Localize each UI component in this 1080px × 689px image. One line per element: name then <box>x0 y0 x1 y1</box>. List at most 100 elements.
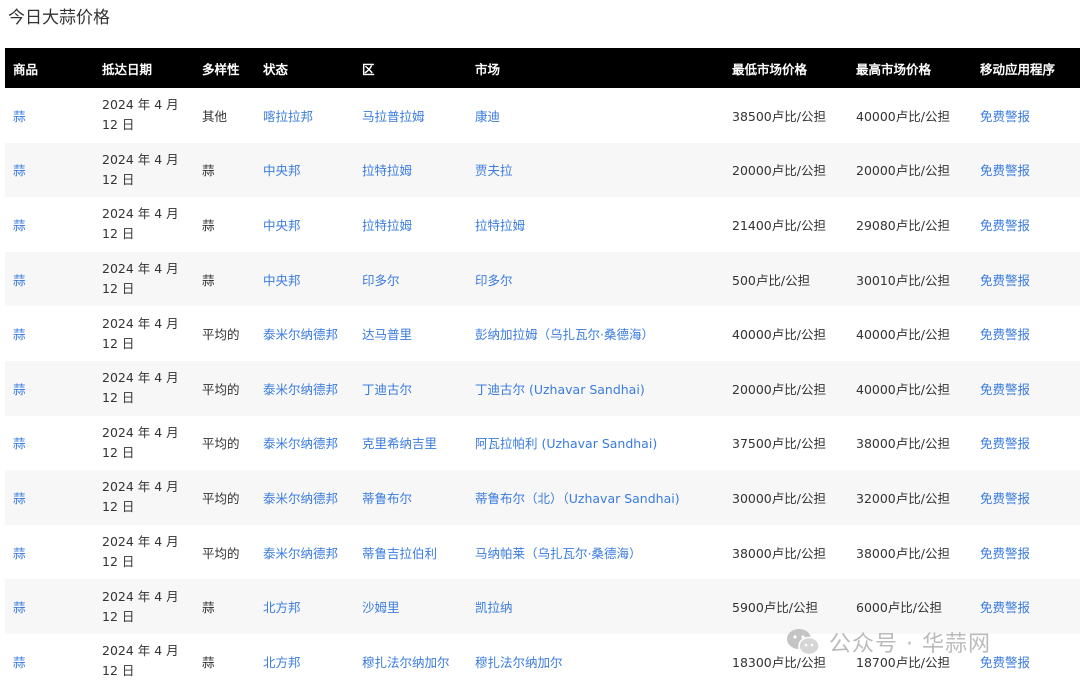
free-alert-link[interactable]: 免费警报 <box>980 163 1030 178</box>
market-link[interactable]: 康迪 <box>475 109 500 124</box>
cell-date: 2024 年 4 月 12 日 <box>94 142 194 198</box>
market-link[interactable]: 阿瓦拉帕利 (Uzhavar Sandhai) <box>475 436 657 451</box>
market-link[interactable]: 丁迪古尔 (Uzhavar Sandhai) <box>475 382 645 397</box>
cell-variety: 平均的 <box>194 525 255 580</box>
market-link[interactable]: 彭纳加拉姆（乌扎瓦尔·桑德海） <box>475 327 654 342</box>
cell-state: 北方邦 <box>255 579 354 634</box>
arrival-date: 2024 年 4 月 12 日 <box>102 97 179 133</box>
header-district: 区 <box>354 48 467 88</box>
district-link[interactable]: 蒂鲁吉拉伯利 <box>362 546 437 561</box>
commodity-link[interactable]: 蒜 <box>13 163 26 178</box>
cell-variety: 蒜 <box>194 197 255 252</box>
state-link[interactable]: 北方邦 <box>263 655 301 670</box>
state-link[interactable]: 中央邦 <box>263 163 301 178</box>
min-price: 37500卢比/公担 <box>732 436 826 452</box>
commodity-link[interactable]: 蒜 <box>13 491 26 506</box>
cell-app: 免费警报 <box>972 416 1080 471</box>
arrival-date: 2024 年 4 月 12 日 <box>102 370 179 406</box>
commodity-link[interactable]: 蒜 <box>13 273 26 288</box>
cell-min: 500卢比/公担 <box>724 251 848 307</box>
district-link[interactable]: 达马普里 <box>362 327 412 342</box>
commodity-link[interactable]: 蒜 <box>13 546 26 561</box>
variety: 其他 <box>202 108 228 124</box>
max-price: 20000卢比/公担 <box>856 163 950 179</box>
cell-variety: 平均的 <box>194 360 255 416</box>
cell-date: 2024 年 4 月 12 日 <box>94 251 194 307</box>
free-alert-link[interactable]: 免费警报 <box>980 546 1030 561</box>
cell-market: 丁迪古尔 (Uzhavar Sandhai) <box>467 360 724 416</box>
district-link[interactable]: 拉特拉姆 <box>362 163 412 178</box>
cell-commodity: 蒜 <box>5 142 94 198</box>
cell-market: 穆扎法尔纳加尔 <box>467 634 724 689</box>
district-link[interactable]: 马拉普拉姆 <box>362 109 425 124</box>
cell-district: 穆扎法尔纳加尔 <box>354 634 467 689</box>
header-variety: 多样性 <box>194 48 255 88</box>
market-link[interactable]: 凯拉纳 <box>475 600 513 615</box>
district-link[interactable]: 沙姆里 <box>362 600 400 615</box>
max-price: 30010卢比/公担 <box>856 272 950 288</box>
min-price: 20000卢比/公担 <box>732 381 826 397</box>
table-row: 蒜 2024 年 4 月 12 日 其他 喀拉拉邦 马拉普拉姆 康迪 38500卢比/公担 4… <box>5 88 1080 143</box>
state-link[interactable]: 喀拉拉邦 <box>263 109 313 124</box>
cell-district: 拉特拉姆 <box>354 142 467 198</box>
commodity-link[interactable]: 蒜 <box>13 600 26 615</box>
commodity-link[interactable]: 蒜 <box>13 436 26 451</box>
cell-state: 泰米尔纳德邦 <box>255 470 354 525</box>
cell-district: 蒂鲁布尔 <box>354 470 467 525</box>
cell-state: 泰米尔纳德邦 <box>255 416 354 471</box>
arrival-date: 2024 年 4 月 12 日 <box>102 643 179 679</box>
free-alert-link[interactable]: 免费警报 <box>980 218 1030 233</box>
market-link[interactable]: 贾夫拉 <box>475 163 513 178</box>
arrival-date: 2024 年 4 月 12 日 <box>102 151 179 187</box>
district-link[interactable]: 穆扎法尔纳加尔 <box>362 655 450 670</box>
free-alert-link[interactable]: 免费警报 <box>980 436 1030 451</box>
district-link[interactable]: 丁迪古尔 <box>362 382 412 397</box>
free-alert-link[interactable]: 免费警报 <box>980 273 1030 288</box>
state-link[interactable]: 泰米尔纳德邦 <box>263 436 338 451</box>
state-link[interactable]: 泰米尔纳德邦 <box>263 491 338 506</box>
free-alert-link[interactable]: 免费警报 <box>980 491 1030 506</box>
market-link[interactable]: 印多尔 <box>475 273 513 288</box>
free-alert-link[interactable]: 免费警报 <box>980 382 1030 397</box>
cell-variety: 蒜 <box>194 251 255 307</box>
state-link[interactable]: 泰米尔纳德邦 <box>263 546 338 561</box>
market-link[interactable]: 穆扎法尔纳加尔 <box>475 655 563 670</box>
cell-district: 蒂鲁吉拉伯利 <box>354 525 467 580</box>
variety: 平均的 <box>202 490 240 506</box>
state-link[interactable]: 泰米尔纳德邦 <box>263 327 338 342</box>
min-price: 38000卢比/公担 <box>732 545 826 561</box>
district-link[interactable]: 蒂鲁布尔 <box>362 491 412 506</box>
state-link[interactable]: 中央邦 <box>263 273 301 288</box>
variety: 蒜 <box>202 600 215 616</box>
cell-state: 中央邦 <box>255 197 354 252</box>
market-link[interactable]: 蒂鲁布尔（北）（Uzhavar Sandhai) <box>475 491 680 506</box>
district-link[interactable]: 拉特拉姆 <box>362 218 412 233</box>
commodity-link[interactable]: 蒜 <box>13 327 26 342</box>
state-link[interactable]: 泰米尔纳德邦 <box>263 382 338 397</box>
header-market: 市场 <box>467 48 724 88</box>
market-link[interactable]: 马纳帕莱（乌扎瓦尔·桑德海） <box>475 546 641 561</box>
cell-date: 2024 年 4 月 12 日 <box>94 416 194 471</box>
free-alert-link[interactable]: 免费警报 <box>980 600 1030 615</box>
commodity-link[interactable]: 蒜 <box>13 218 26 233</box>
district-link[interactable]: 印多尔 <box>362 273 400 288</box>
commodity-link[interactable]: 蒜 <box>13 382 26 397</box>
cell-market: 马纳帕莱（乌扎瓦尔·桑德海） <box>467 525 724 580</box>
cell-market: 贾夫拉 <box>467 142 724 198</box>
variety: 蒜 <box>202 217 215 233</box>
commodity-link[interactable]: 蒜 <box>13 655 26 670</box>
state-link[interactable]: 北方邦 <box>263 600 301 615</box>
max-price: 38000卢比/公担 <box>856 545 950 561</box>
free-alert-link[interactable]: 免费警报 <box>980 109 1030 124</box>
cell-state: 泰米尔纳德邦 <box>255 360 354 416</box>
commodity-link[interactable]: 蒜 <box>13 109 26 124</box>
cell-commodity: 蒜 <box>5 251 94 307</box>
variety: 平均的 <box>202 545 240 561</box>
free-alert-link[interactable]: 免费警报 <box>980 327 1030 342</box>
cell-market: 蒂鲁布尔（北）（Uzhavar Sandhai) <box>467 470 724 525</box>
market-link[interactable]: 拉特拉姆 <box>475 218 525 233</box>
cell-commodity: 蒜 <box>5 470 94 525</box>
state-link[interactable]: 中央邦 <box>263 218 301 233</box>
district-link[interactable]: 克里希纳吉里 <box>362 436 437 451</box>
cell-district: 克里希纳吉里 <box>354 416 467 471</box>
